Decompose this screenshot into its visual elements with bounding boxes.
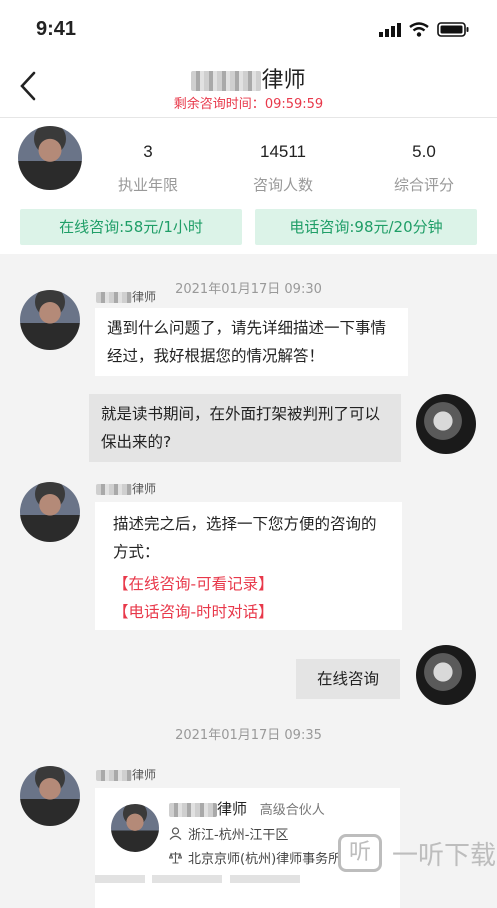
user-avatar[interactable] xyxy=(416,394,476,454)
lawyer-avatar[interactable] xyxy=(20,482,80,542)
lawyer-name-suffix: 律师 xyxy=(132,290,157,304)
blurred-name xyxy=(96,292,132,303)
page-title: 律师 xyxy=(0,62,497,94)
wifi-icon xyxy=(409,22,429,37)
chat-area[interactable]: 2021年01月17日 09:30 律师 遇到什么问题了，请先详细描述一下事情经… xyxy=(0,254,497,908)
stat-years-label: 执业年限 xyxy=(117,176,178,194)
partial-element xyxy=(152,875,222,883)
stat-rating-value: 5.0 xyxy=(412,142,436,161)
blurred-name xyxy=(96,770,132,781)
scales-icon xyxy=(169,852,182,864)
watermark-text: 一听下载 xyxy=(392,840,497,871)
stat-consults: 14511 咨询人数 xyxy=(223,142,343,195)
phone-consult-button[interactable]: 电话咨询:98元/20分钟 xyxy=(255,209,477,245)
card-avatar xyxy=(111,804,159,852)
stat-rating-label: 综合评分 xyxy=(393,176,454,194)
person-icon xyxy=(169,827,182,840)
battery-icon xyxy=(437,22,469,37)
lawyer-avatar[interactable] xyxy=(20,290,80,350)
blurred-name xyxy=(169,802,217,817)
lawyer-name: 律师 xyxy=(96,766,156,783)
card-firm-text: 北京京师(杭州)律师事务所 xyxy=(188,852,342,867)
watermark: 听 一听下载 xyxy=(338,834,496,872)
partial-element xyxy=(95,875,145,883)
stat-years-value: 3 xyxy=(143,142,153,161)
stat-years: 3 执业年限 xyxy=(88,142,208,195)
card-firm: 北京京师(杭州)律师事务所 xyxy=(169,848,341,867)
lawyer-name-suffix: 律师 xyxy=(132,768,157,782)
card-location-text: 浙江-杭州-江干区 xyxy=(188,828,289,843)
countdown-timer: 剩余咨询时间：09:59:59 xyxy=(0,93,497,112)
card-rank: 高级合伙人 xyxy=(259,803,325,818)
lawyer-profile: 3 执业年限 14511 咨询人数 5.0 综合评分 在线咨询:58元/1小时 … xyxy=(0,118,497,254)
lawyer-avatar[interactable] xyxy=(20,766,80,826)
option-online-link[interactable]: 【在线咨询-可看记录】 xyxy=(113,570,384,598)
card-name-suffix: 律师 xyxy=(217,800,248,818)
status-bar: 9:41 xyxy=(0,0,497,60)
signal-icon xyxy=(379,22,401,37)
timestamp: 2021年01月17日 09:30 xyxy=(175,282,322,297)
stat-consults-value: 14511 xyxy=(259,142,306,161)
card-location: 浙江-杭州-江干区 xyxy=(169,824,288,843)
blurred-name xyxy=(96,484,132,495)
timer-label: 剩余咨询时间： xyxy=(173,97,265,112)
lawyer-name: 律师 xyxy=(96,480,156,497)
blurred-lawyer-name xyxy=(191,71,262,91)
lawyer-options-message: 描述完之后，选择一下您方便的咨询的方式： 【在线咨询-可看记录】 【电话咨询-时… xyxy=(95,502,402,630)
nav-header: 律师 剩余咨询时间：09:59:59 xyxy=(0,60,497,118)
stat-rating: 5.0 综合评分 xyxy=(364,142,484,195)
stat-consults-label: 咨询人数 xyxy=(252,176,313,194)
user-avatar[interactable] xyxy=(416,645,476,705)
partial-element xyxy=(230,875,300,883)
user-message: 就是读书期间，在外面打架被判刑了可以保出来的? xyxy=(89,394,401,462)
lawyer-name-suffix: 律师 xyxy=(132,482,157,496)
lawyer-avatar[interactable] xyxy=(18,126,82,190)
online-consult-button[interactable]: 在线咨询:58元/1小时 xyxy=(20,209,242,245)
status-icons xyxy=(379,22,469,37)
status-time: 9:41 xyxy=(36,18,77,40)
title-suffix: 律师 xyxy=(261,68,306,93)
timer-value: 09:59:59 xyxy=(264,97,324,112)
lawyer-message: 遇到什么问题了，请先详细描述一下事情经过，我好根据您的情况解答！ xyxy=(95,308,408,376)
timestamp: 2021年01月17日 09:35 xyxy=(175,728,322,743)
lawyer-name: 律师 xyxy=(96,288,156,305)
options-intro: 描述完之后，选择一下您方便的咨询的方式： xyxy=(113,515,377,561)
user-message: 在线咨询 xyxy=(296,659,400,699)
card-name: 律师 高级合伙人 xyxy=(169,798,325,819)
option-phone-link[interactable]: 【电话咨询-时时对话】 xyxy=(113,598,384,626)
watermark-logo: 听 xyxy=(338,834,382,872)
